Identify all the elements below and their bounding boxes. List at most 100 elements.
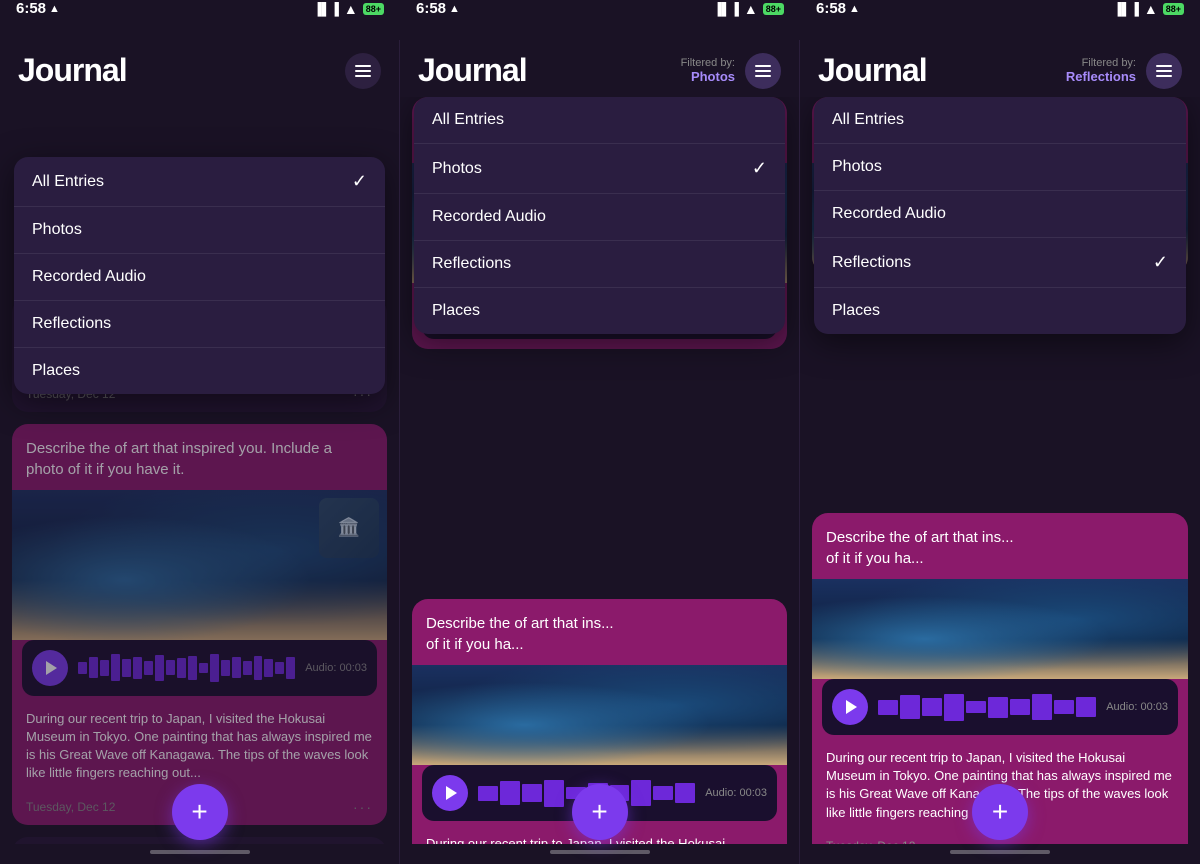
- fab-button-1[interactable]: +: [172, 784, 228, 840]
- header-2: Journal Filtered by: Photos: [400, 40, 799, 97]
- filter-reflections-2[interactable]: Reflections: [414, 241, 785, 288]
- phone-screen-3: Journal Filtered by: Reflections: [800, 40, 1200, 864]
- bottom-bar-1: [0, 844, 399, 864]
- header-right-2: Filtered by: Photos: [681, 53, 781, 89]
- play-icon-1: [46, 661, 57, 675]
- entry-date-prompt-1: Tuesday, Dec 12: [26, 800, 115, 814]
- entry-image-3: [812, 579, 1188, 679]
- dropdown-menu-1[interactable]: All Entries ✓ Photos Recorded Audio Refl…: [14, 157, 385, 394]
- filter-places-1[interactable]: Places: [14, 348, 385, 394]
- entry-date-3: Tuesday, Dec 12: [826, 839, 915, 844]
- home-indicator-3: [950, 850, 1050, 854]
- filter-reflections-3[interactable]: Reflections ✓: [814, 238, 1186, 288]
- filter-recorded-audio-2[interactable]: Recorded Audio: [414, 194, 785, 241]
- phone-screen-1: Journal All Entries ✓: [0, 40, 400, 864]
- audio-time-1: Audio: 00:03: [305, 662, 367, 674]
- status-bar-2: 6:58 ▲ ▐▌▐ ▲ 88+: [400, 0, 800, 17]
- fab-button-3[interactable]: +: [972, 784, 1028, 840]
- wifi-icon-2: ▲: [744, 1, 758, 17]
- bottom-bar-3: [800, 844, 1200, 864]
- entry-image-2: [412, 665, 787, 765]
- filtered-by-text-2: Filtered by:: [681, 57, 735, 69]
- signal-icon-1: ▐▌▐: [313, 2, 339, 16]
- time-3: 6:58 ▲: [816, 0, 860, 17]
- filter-reflections-1[interactable]: Reflections: [14, 301, 385, 348]
- wave-image-3: [812, 579, 1188, 679]
- entry-journal-text-1: During our recent trip to Japan, I visit…: [12, 706, 387, 793]
- filter-value-2: Photos: [681, 69, 735, 84]
- checkmark-photos-2: ✓: [752, 158, 767, 179]
- dropdown-menu-3[interactable]: All Entries Photos Recorded Audio Reflec…: [814, 97, 1186, 334]
- hamburger-icon-3: [1154, 63, 1174, 79]
- status-icons-3: ▐▌▐ ▲ 88+: [1113, 1, 1184, 17]
- filter-photos-3[interactable]: Photos: [814, 144, 1186, 191]
- header-right-3: Filtered by: Reflections: [1066, 53, 1182, 89]
- filter-label-3: Filtered by: Reflections: [1066, 57, 1136, 84]
- phone-screen-2: Journal Filtered by: Photos: [400, 40, 800, 864]
- filter-menu-button-2[interactable]: [745, 53, 781, 89]
- prompt-text-2: Describe the of art that ins...of it if …: [412, 599, 787, 665]
- wifi-icon-1: ▲: [344, 1, 358, 17]
- filter-all-entries-1[interactable]: All Entries ✓: [14, 157, 385, 207]
- header-3: Journal Filtered by: Reflections: [800, 40, 1200, 97]
- filter-all-entries-3[interactable]: All Entries: [814, 97, 1186, 144]
- play-button-1[interactable]: [32, 650, 68, 686]
- entry-image-1: 🏛️: [12, 490, 387, 640]
- entry-more-prompt-1: ···: [353, 799, 373, 815]
- journal-title-2: Journal: [418, 52, 527, 89]
- scroll-content-2: Describe the of art that ins...of it if …: [400, 97, 799, 844]
- home-indicator-1: [150, 850, 250, 854]
- battery-2: 88+: [763, 3, 784, 15]
- filter-places-3[interactable]: Places: [814, 288, 1186, 334]
- waveform-1: [78, 653, 295, 683]
- fab-button-2[interactable]: +: [572, 784, 628, 840]
- hamburger-icon-2: [753, 63, 773, 79]
- entry-card-prompt-1: Describe the of art that inspired you. I…: [12, 424, 387, 825]
- filter-menu-button-1[interactable]: [345, 53, 381, 89]
- battery-1: 88+: [363, 3, 384, 15]
- status-bar-3: 6:58 ▲ ▐▌▐ ▲ 88+: [800, 0, 1200, 17]
- audio-time-3: Audio: 00:03: [1106, 701, 1168, 713]
- wifi-icon-3: ▲: [1144, 1, 1158, 17]
- filter-recorded-audio-1[interactable]: Recorded Audio: [14, 254, 385, 301]
- signal-icon-2: ▐▌▐: [713, 2, 739, 16]
- map-thumbnail-1: 🏛️: [319, 498, 379, 558]
- scroll-content-1: All Entries ✓ Photos Recorded Audio Refl…: [0, 97, 399, 844]
- home-indicator-2: [550, 850, 650, 854]
- journal-title-3: Journal: [818, 52, 927, 89]
- scroll-content-3: Describe the of art that ins...of it if …: [800, 97, 1200, 844]
- signal-icon-3: ▐▌▐: [1113, 2, 1139, 16]
- entry-more-3: ···: [1154, 838, 1174, 844]
- play-button-2[interactable]: [432, 775, 468, 811]
- header-1: Journal: [0, 40, 399, 97]
- header-right-1: [345, 53, 381, 89]
- audio-container-1: Audio: 00:03: [22, 640, 377, 696]
- hamburger-icon-1: [353, 63, 373, 79]
- dropdown-menu-2[interactable]: All Entries Photos ✓ Recorded Audio Refl…: [414, 97, 785, 334]
- checkmark-all-1: ✓: [352, 171, 367, 192]
- waveform-3: [878, 692, 1096, 722]
- filtered-by-text-3: Filtered by:: [1066, 57, 1136, 69]
- play-button-3[interactable]: [832, 689, 868, 725]
- time-2: 6:58 ▲: [416, 0, 460, 17]
- filter-places-2[interactable]: Places: [414, 288, 785, 334]
- filter-menu-button-3[interactable]: [1146, 53, 1182, 89]
- filter-label-2: Filtered by: Photos: [681, 57, 735, 84]
- bottom-bar-2: [400, 844, 799, 864]
- filter-photos-2[interactable]: Photos ✓: [414, 144, 785, 194]
- status-bar-1: 6:58 ▲ ▐▌▐ ▲ 88+: [0, 0, 400, 17]
- filter-all-entries-2[interactable]: All Entries: [414, 97, 785, 144]
- time-1: 6:58 ▲: [16, 0, 60, 17]
- wave-image-2: [412, 665, 787, 765]
- filter-value-3: Reflections: [1066, 69, 1136, 84]
- play-icon-3: [846, 700, 857, 714]
- status-icons-2: ▐▌▐ ▲ 88+: [713, 1, 784, 17]
- filter-recorded-audio-3[interactable]: Recorded Audio: [814, 191, 1186, 238]
- journal-title-1: Journal: [18, 52, 127, 89]
- play-icon-2: [446, 786, 457, 800]
- checkmark-reflections-3: ✓: [1153, 252, 1168, 273]
- battery-3: 88+: [1163, 3, 1184, 15]
- prompt-text-3: Describe the of art that ins...of it if …: [812, 513, 1188, 579]
- filter-photos-1[interactable]: Photos: [14, 207, 385, 254]
- audio-time-2: Audio: 00:03: [705, 787, 767, 799]
